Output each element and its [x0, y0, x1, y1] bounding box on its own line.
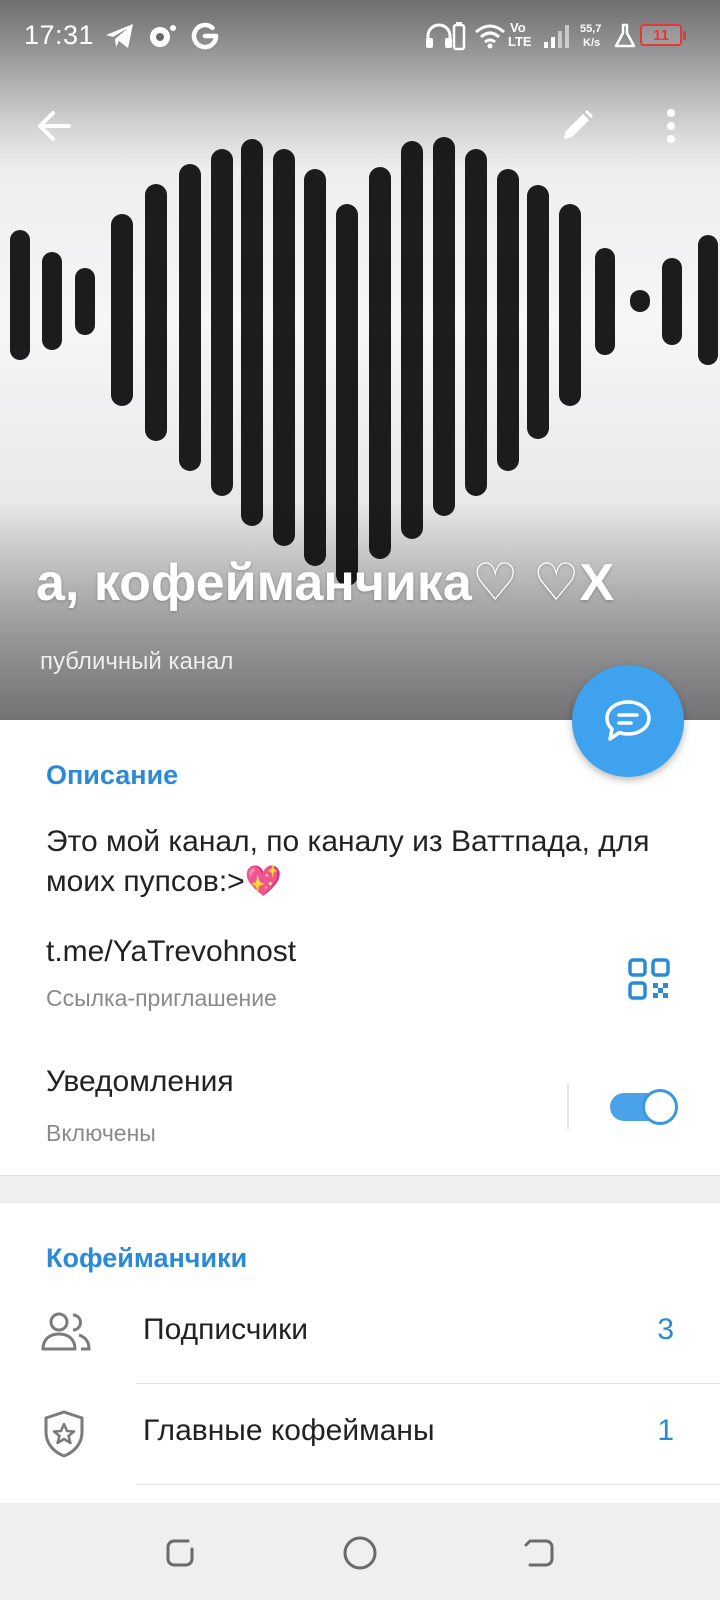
system-nav-bar — [0, 1503, 720, 1600]
telegram-icon — [104, 20, 136, 52]
section-separator — [0, 1175, 720, 1203]
status-time: 17:31 — [24, 20, 95, 50]
admins-label: Главные кофейманы — [143, 1414, 435, 1447]
arrow-left-icon — [38, 111, 71, 141]
pencil-icon — [564, 110, 593, 139]
home-button[interactable] — [338, 1531, 382, 1575]
description-text: Это мой канал, по каналу из Ваттпада, дл… — [46, 825, 650, 898]
speed-unit: K/s — [583, 37, 601, 49]
headphones-icon — [424, 20, 454, 52]
battery-saver-icon — [452, 20, 466, 52]
battery-indicator: 11 — [640, 24, 686, 46]
invite-link-caption: Ссылка-приглашение — [46, 985, 277, 1011]
description-title: Описание — [46, 760, 179, 790]
network-vo-label: Vo — [510, 20, 526, 35]
channel-cover: 17:31 Vo LTE 55,7 K/s 11 а, кофейманчика… — [0, 0, 720, 720]
subscribers-row[interactable]: Подписчики 3 — [0, 1283, 720, 1383]
chat-bubble-icon — [605, 700, 651, 741]
channel-title: а, кофейманчика♡ ♡Х — [36, 554, 615, 612]
admins-row[interactable]: Главные кофейманы 1 — [0, 1384, 720, 1484]
flask-icon — [614, 20, 636, 52]
edit-button[interactable] — [549, 98, 605, 154]
invite-link[interactable]: t.me/YaTrevohnost — [46, 935, 296, 969]
more-vertical-icon — [667, 109, 675, 143]
subscribers-label: Подписчики — [143, 1313, 309, 1346]
wifi-icon — [474, 20, 506, 52]
notifications-toggle[interactable] — [610, 1087, 678, 1125]
notifications-state: Включены — [46, 1120, 156, 1146]
qr-code-button[interactable] — [622, 952, 676, 1006]
google-icon — [190, 20, 220, 52]
subscribers-count: 3 — [657, 1313, 674, 1346]
channel-subtitle: публичный канал — [40, 648, 234, 675]
speed-value: 55,7 — [580, 23, 602, 35]
toggle-knob — [642, 1089, 678, 1125]
status-bar: 17:31 Vo LTE 55,7 K/s 11 — [0, 0, 720, 72]
network-lte-label: LTE — [508, 34, 532, 49]
admins-count: 1 — [657, 1414, 674, 1447]
recents-icon — [166, 1539, 194, 1567]
home-circle-icon — [343, 1536, 377, 1570]
shield-star-icon — [40, 1410, 92, 1458]
members-section-title: Кофейманчики — [46, 1243, 248, 1273]
signal-icon — [542, 20, 572, 52]
vertical-divider — [567, 1083, 569, 1129]
discuss-button[interactable] — [572, 665, 684, 777]
qr-code-icon — [628, 958, 670, 1000]
back-button[interactable] — [26, 98, 82, 154]
back-nav-button[interactable] — [518, 1531, 562, 1575]
back-nav-icon — [524, 1539, 554, 1567]
notifications-label: Уведомления — [46, 1065, 234, 1098]
more-options-button[interactable] — [643, 98, 699, 154]
recents-button[interactable] — [158, 1531, 202, 1575]
app-notification-icon — [148, 20, 178, 52]
row-divider — [136, 1484, 720, 1485]
people-icon — [40, 1309, 92, 1357]
